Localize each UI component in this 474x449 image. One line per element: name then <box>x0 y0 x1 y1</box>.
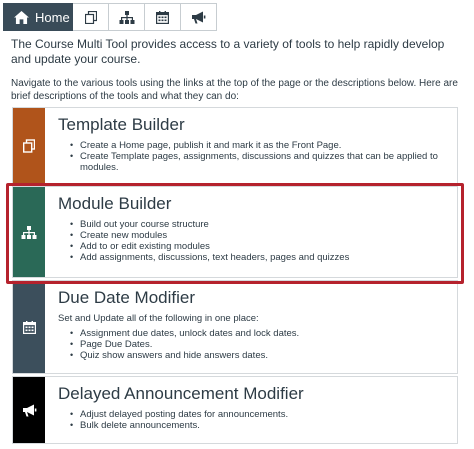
tool-title[interactable]: Delayed Announcement Modifier <box>58 383 304 405</box>
list-item: Add assignments, discussions, text heade… <box>70 252 349 263</box>
list-item: Create a Home page, publish it and mark … <box>70 140 457 151</box>
list-item: Build out your course structure <box>70 219 349 230</box>
list-item: Page Due Dates. <box>70 339 299 350</box>
megaphone-icon <box>22 404 36 416</box>
nav-home-label: Home <box>35 9 70 25</box>
nav-module-builder-button[interactable] <box>109 3 145 31</box>
nav-home-button[interactable]: Home <box>3 3 73 31</box>
tool-card-side <box>13 377 45 443</box>
tool-title[interactable]: Template Builder <box>58 114 457 136</box>
tool-nav: Home <box>3 3 217 31</box>
list-item: Bulk delete announcements. <box>70 420 304 431</box>
tool-card-template-builder[interactable]: Template Builder Create a Home page, pub… <box>12 107 458 184</box>
copy-icon <box>84 10 97 24</box>
calendar-icon <box>156 10 169 24</box>
tool-lead-text: Set and Update all of the following in o… <box>58 313 259 324</box>
tool-title[interactable]: Due Date Modifier <box>58 287 299 309</box>
list-item: Quiz show answers and hide answers dates… <box>70 350 299 361</box>
calendar-icon <box>22 320 36 334</box>
megaphone-icon <box>192 11 206 23</box>
list-item: Assignment due dates, unlock dates and l… <box>70 328 299 339</box>
list-item: Add to or edit existing modules <box>70 241 349 252</box>
tool-bullets: Adjust delayed posting dates for announc… <box>58 409 304 431</box>
list-item: Create Template pages, assignments, disc… <box>70 151 457 173</box>
tool-bullets: Create a Home page, publish it and mark … <box>58 140 457 173</box>
tool-bullets: Assignment due dates, unlock dates and l… <box>58 328 299 361</box>
list-item: Adjust delayed posting dates for announc… <box>70 409 304 420</box>
tool-bullets: Build out your course structure Create n… <box>58 219 349 263</box>
copy-icon <box>23 138 35 153</box>
nav-due-date-modifier-button[interactable] <box>145 3 181 31</box>
list-item: Create new modules <box>70 230 349 241</box>
tool-card-side <box>13 108 45 183</box>
tool-card-due-date-modifier[interactable]: Due Date Modifier Set and Update all of … <box>12 280 458 374</box>
tool-card-module-builder[interactable]: Module Builder Build out your course str… <box>12 186 458 278</box>
tool-card-side <box>13 187 45 277</box>
sitemap-icon <box>119 10 134 24</box>
tool-card-delayed-announcement-modifier[interactable]: Delayed Announcement Modifier Adjust del… <box>12 376 458 444</box>
home-icon <box>14 10 29 24</box>
tool-card-side <box>13 281 45 373</box>
intro-paragraph: The Course Multi Tool provides access to… <box>11 37 445 66</box>
nav-announcement-modifier-button[interactable] <box>181 3 217 31</box>
nav-template-builder-button[interactable] <box>73 3 109 31</box>
sitemap-icon <box>21 225 37 239</box>
intro-instructions: Navigate to the various tools using the … <box>11 78 458 102</box>
tool-title[interactable]: Module Builder <box>58 193 349 215</box>
